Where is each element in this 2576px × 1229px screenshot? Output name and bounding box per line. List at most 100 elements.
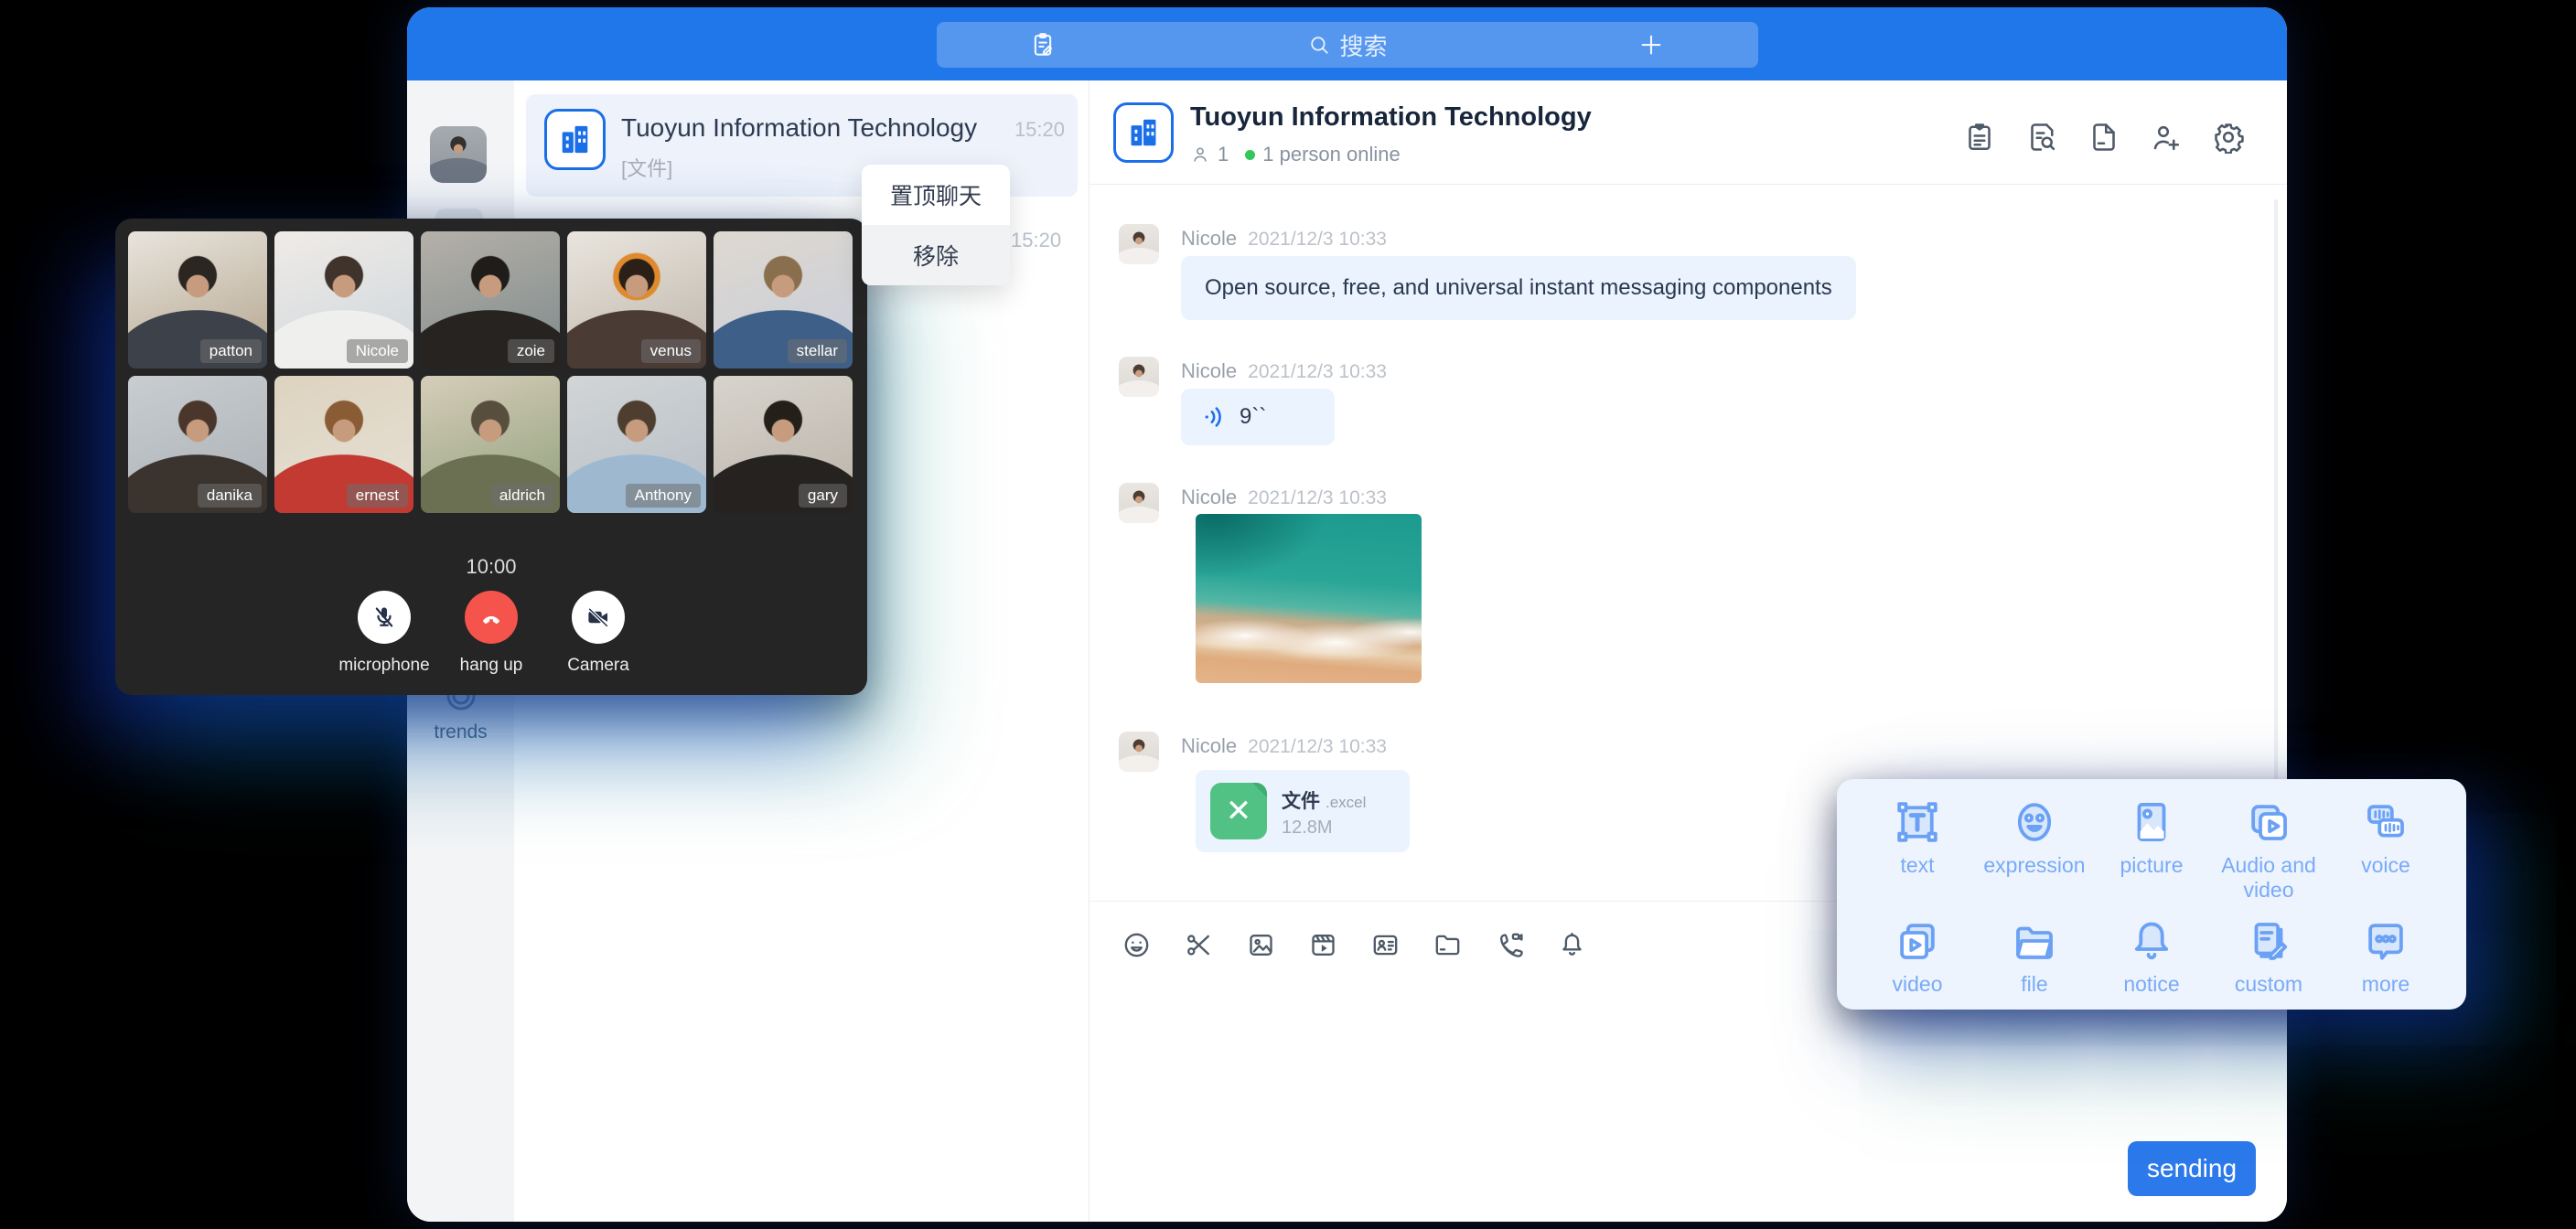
conversation-time: 15:20 xyxy=(1014,118,1065,142)
video-grid: pattonNicolezoie venus stellar danika ernest… xyxy=(128,231,853,513)
message-meta: Nicole2021/12/3 10:33 xyxy=(1181,734,1387,758)
feature-custom[interactable]: custom xyxy=(2210,916,2327,1010)
text-message-bubble[interactable]: Open source, free, and universal instant… xyxy=(1181,256,1856,320)
search-input[interactable]: 搜索 xyxy=(937,22,1758,68)
context-menu: 置顶聊天 移除 xyxy=(862,165,1010,285)
menu-item-remove[interactable]: 移除 xyxy=(862,225,1010,285)
camera-off-icon xyxy=(585,604,612,631)
search-bar[interactable]: 搜索 xyxy=(937,22,1758,68)
bell-icon[interactable] xyxy=(1557,930,1587,960)
hang-up-icon xyxy=(478,604,505,631)
chat-title: Tuoyun Information Technology xyxy=(1190,102,1592,133)
plus-icon[interactable] xyxy=(1637,31,1665,59)
sender-avatar[interactable] xyxy=(1119,483,1159,523)
feature-more[interactable]: more xyxy=(2327,916,2444,1010)
participant-name: aldrich xyxy=(490,484,554,508)
feature-label: voice xyxy=(2327,853,2444,878)
voice-message-bubble[interactable]: 9`` xyxy=(1181,389,1335,445)
video-tile: danika xyxy=(128,376,267,513)
sender-name: Nicole xyxy=(1181,227,1237,250)
chat-panel: Tuoyun Information Technology 1 1 person… xyxy=(1089,80,2287,1222)
panel-picture-icon xyxy=(2127,797,2176,847)
video-tile: aldrich xyxy=(421,376,560,513)
chat-record-search-icon[interactable] xyxy=(2025,121,2058,154)
feature-voice[interactable]: voice xyxy=(2327,797,2444,916)
feature-label: custom xyxy=(2210,972,2327,997)
panel-video-icon xyxy=(1893,916,1942,966)
excel-file-icon: ✕ xyxy=(1210,783,1267,839)
menu-item-pin-chat[interactable]: 置顶聊天 xyxy=(862,165,1010,225)
panel-file-icon xyxy=(2010,916,2059,966)
file-ext: .excel xyxy=(1326,794,1366,811)
chat-subtitle: 1 1 person online xyxy=(1190,143,1401,166)
microphone-button[interactable] xyxy=(358,591,411,644)
search-icon xyxy=(1307,33,1331,57)
contact-card-icon[interactable] xyxy=(1370,930,1401,960)
sender-avatar[interactable] xyxy=(1119,357,1159,397)
add-member-icon[interactable] xyxy=(2150,121,2183,154)
participant-name: venus xyxy=(641,339,701,363)
participant-name: gary xyxy=(799,484,847,508)
conversation-title: Tuoyun Information Technology xyxy=(621,113,977,143)
hang-up-button[interactable] xyxy=(465,591,518,644)
sender-avatar[interactable] xyxy=(1119,224,1159,264)
feature-file[interactable]: file xyxy=(1976,916,2093,1010)
scissors-icon[interactable] xyxy=(1184,930,1214,960)
video-call-icon[interactable] xyxy=(1495,930,1525,960)
sender-name: Nicole xyxy=(1181,359,1237,382)
message-datetime: 2021/12/3 10:33 xyxy=(1248,229,1387,250)
video-tile: Anthony xyxy=(567,376,706,513)
header-actions xyxy=(1963,121,2245,154)
feature-picture[interactable]: picture xyxy=(2093,797,2210,916)
panel-more-icon xyxy=(2361,916,2410,966)
file-size: 12.8M xyxy=(1282,818,1333,839)
video-tile: zoie xyxy=(421,231,560,369)
Camera-button[interactable] xyxy=(572,591,625,644)
video-tile: stellar xyxy=(714,231,853,369)
call-control-label: Camera xyxy=(525,656,671,676)
file-icon[interactable] xyxy=(2088,121,2120,154)
feature-expression[interactable]: expression xyxy=(1976,797,2093,916)
video-tile: venus xyxy=(567,231,706,369)
feature-label: file xyxy=(1976,972,2093,997)
feature-audio-and-video[interactable]: Audio and video xyxy=(2210,797,2327,916)
participant-name: ernest xyxy=(347,484,408,508)
feature-panel: textexpressionpictureAudio and videovoic… xyxy=(1837,779,2466,1010)
online-dot xyxy=(1245,150,1255,160)
image-message[interactable] xyxy=(1196,514,1422,683)
call-timer: 10:00 xyxy=(115,555,867,579)
feature-label: Audio and video xyxy=(2210,853,2327,903)
member-icon xyxy=(1190,144,1210,165)
conversation-time: 15:20 xyxy=(1011,229,1061,252)
video-tile: Nicole xyxy=(274,231,413,369)
feature-label: video xyxy=(1859,972,1976,997)
panel-voice-icon xyxy=(2361,797,2410,847)
notice-board-icon[interactable] xyxy=(1963,121,1996,154)
video-clip-icon[interactable] xyxy=(1308,930,1338,960)
group-building-icon xyxy=(1113,102,1174,163)
smiley-icon[interactable] xyxy=(1122,930,1152,960)
folder-icon[interactable] xyxy=(1433,930,1463,960)
message-datetime: 2021/12/3 10:33 xyxy=(1248,487,1387,508)
panel-notice-icon xyxy=(2127,916,2176,966)
online-status: 1 person online xyxy=(1262,143,1400,166)
panel-text-icon xyxy=(1893,797,1942,847)
settings-icon[interactable] xyxy=(2212,121,2245,154)
trends-label: trends xyxy=(407,721,514,743)
video-tile: ernest xyxy=(274,376,413,513)
send-button[interactable]: sending xyxy=(2128,1141,2256,1196)
feature-video[interactable]: video xyxy=(1859,916,1976,1010)
mic-off-icon xyxy=(370,604,398,631)
feature-text[interactable]: text xyxy=(1859,797,1976,916)
sender-avatar[interactable] xyxy=(1119,732,1159,772)
feature-notice[interactable]: notice xyxy=(2093,916,2210,1010)
file-message-bubble[interactable]: ✕ 文件.excel 12.8M xyxy=(1196,770,1410,852)
image-icon[interactable] xyxy=(1246,930,1276,960)
user-avatar[interactable] xyxy=(430,126,487,183)
feature-label: expression xyxy=(1976,853,2093,878)
video-call-overlay: pattonNicolezoie venus stellar danika ernest… xyxy=(115,219,867,695)
video-tile: patton xyxy=(128,231,267,369)
participant-name: Anthony xyxy=(626,484,701,508)
file-name: 文件.excel xyxy=(1282,786,1366,814)
feature-label: more xyxy=(2327,972,2444,997)
